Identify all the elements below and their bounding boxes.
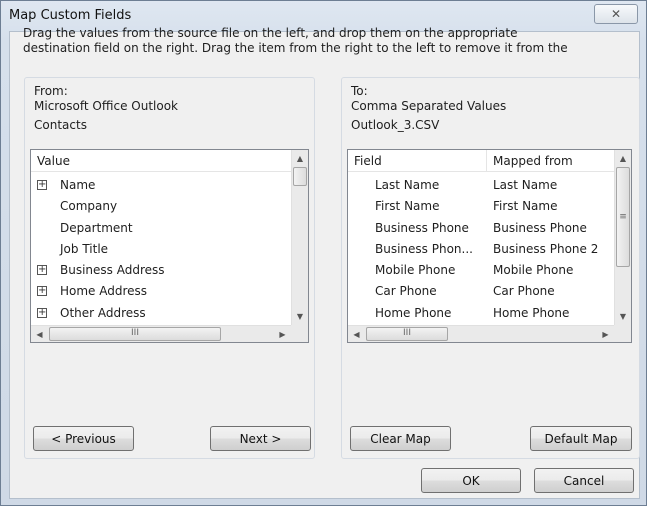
next-button[interactable]: Next > — [210, 426, 311, 451]
scroll-up-icon[interactable]: ▲ — [292, 150, 308, 167]
hscroll-thumb[interactable]: III — [366, 327, 448, 341]
mapped-from-cell: Mobile Phone — [493, 263, 574, 278]
source-list-item[interactable]: Department — [31, 218, 291, 239]
scroll-thumb[interactable]: ≡ — [616, 167, 630, 267]
mapped-from-cell: Business Phone 2 — [493, 241, 599, 256]
mapped-from-cell: Home Phone — [493, 305, 570, 320]
mapped-from-column-header[interactable]: Mapped from — [487, 150, 573, 172]
destination-field-cell: Last Name — [375, 178, 440, 192]
destination-list-header: Field Mapped from — [348, 150, 614, 172]
source-item-label: Company — [60, 199, 118, 214]
mapped-from-cell: First Name — [493, 199, 558, 214]
destination-field-cell: Car Phone — [375, 284, 437, 299]
source-list-item[interactable]: + Business Address — [31, 260, 291, 281]
scroll-right-icon[interactable]: ▶ — [274, 326, 291, 342]
source-list-item[interactable]: Job Title — [31, 239, 291, 260]
source-list-item[interactable]: + Other Address — [31, 303, 291, 323]
destination-list-row[interactable]: First Name First Name — [348, 196, 614, 217]
destination-horizontal-scrollbar[interactable]: ◀ III ▶ — [348, 325, 614, 342]
destination-field-cell: Home Phone — [375, 305, 452, 320]
instructions-text: Drag the values from the source file on … — [23, 26, 643, 56]
scroll-thumb[interactable] — [293, 167, 307, 186]
destination-field-cell: Business Phon... — [375, 241, 473, 256]
target-file: Outlook_3.CSV — [351, 118, 440, 132]
from-group: From: Microsoft Office Outlook Contacts … — [24, 77, 315, 459]
destination-vertical-scrollbar[interactable]: ▲ ≡ ▼ — [614, 150, 631, 325]
map-custom-fields-dialog: Map Custom Fields ✕ Drag the values from… — [0, 0, 647, 506]
source-list-rows: + Name Company Department Job Title + Business… — [31, 175, 291, 323]
destination-list-row[interactable]: Last Name Last Name — [348, 175, 614, 196]
grip-icon: ≡ — [619, 212, 627, 222]
source-vertical-scrollbar[interactable]: ▲ ▼ — [291, 150, 308, 325]
scroll-left-icon[interactable]: ◀ — [31, 326, 48, 342]
destination-field-cell: Business Phone — [375, 220, 469, 235]
to-group: To: Comma Separated Values Outlook_3.CSV… — [341, 77, 640, 459]
close-button[interactable]: ✕ — [594, 4, 638, 24]
expand-icon[interactable]: + — [37, 265, 47, 276]
dialog-body: Drag the values from the source file on … — [9, 26, 640, 499]
field-column-header[interactable]: Field — [348, 150, 382, 172]
source-folder: Contacts — [34, 118, 87, 132]
source-item-label: Other Address — [60, 305, 146, 320]
from-caption: From: — [34, 84, 68, 98]
source-item-label: Job Title — [60, 241, 109, 256]
source-list-item[interactable]: + Home Address — [31, 281, 291, 302]
to-caption: To: — [351, 84, 368, 98]
scroll-up-icon[interactable]: ▲ — [615, 150, 631, 167]
source-item-label: Home Address — [60, 284, 148, 299]
mapped-from-cell: Last Name — [493, 178, 558, 192]
destination-field-cell: Mobile Phone — [375, 263, 456, 278]
value-column-header[interactable]: Value — [31, 150, 70, 172]
close-icon: ✕ — [610, 7, 622, 21]
expand-icon[interactable]: + — [37, 286, 47, 297]
scroll-left-icon[interactable]: ◀ — [348, 326, 365, 342]
scroll-down-icon[interactable]: ▼ — [292, 308, 308, 325]
destination-list-row[interactable]: Mobile Phone Mobile Phone — [348, 260, 614, 281]
source-name: Microsoft Office Outlook — [34, 99, 178, 113]
source-item-label: Department — [60, 220, 133, 235]
destination-list-row[interactable]: Car Phone Car Phone — [348, 281, 614, 302]
destination-list-row[interactable]: Home Phone Home Phone — [348, 303, 614, 323]
destination-field-cell: First Name — [375, 199, 440, 214]
instructions-line-1: Drag the values from the source file on … — [23, 26, 518, 40]
expand-icon[interactable]: + — [37, 307, 47, 318]
scroll-corner — [291, 325, 308, 342]
destination-fields-list[interactable]: Field Mapped from Last Name Last Name Firs… — [347, 149, 632, 343]
default-map-button[interactable]: Default Map — [530, 426, 632, 451]
hscroll-thumb[interactable]: III — [49, 327, 221, 341]
dialog-title: Map Custom Fields — [9, 8, 132, 23]
source-list-item[interactable]: Company — [31, 196, 291, 217]
ok-button[interactable]: OK — [421, 468, 521, 493]
source-item-label: Business Address — [60, 263, 165, 278]
scroll-down-icon[interactable]: ▼ — [615, 308, 631, 325]
target-format: Comma Separated Values — [351, 99, 507, 113]
source-horizontal-scrollbar[interactable]: ◀ III ▶ — [31, 325, 291, 342]
instructions-line-2: destination field on the right. Drag the… — [23, 41, 568, 55]
source-list-header: Value — [31, 150, 291, 172]
destination-list-rows: Last Name Last Name First Name First Name Bu… — [348, 175, 614, 323]
expand-icon[interactable]: + — [37, 180, 47, 190]
clear-map-button[interactable]: Clear Map — [350, 426, 451, 451]
cancel-button[interactable]: Cancel — [534, 468, 634, 493]
destination-list-row[interactable]: Business Phone Business Phone — [348, 218, 614, 239]
source-list-item[interactable]: + Name — [31, 175, 291, 196]
destination-list-row[interactable]: Business Phon... Business Phone 2 — [348, 239, 614, 260]
source-fields-list[interactable]: Value + Name Company Department Job Title + Bu… — [30, 149, 309, 343]
scroll-right-icon[interactable]: ▶ — [597, 326, 614, 342]
scroll-corner — [614, 325, 631, 342]
previous-button[interactable]: < Previous — [33, 426, 134, 451]
mapped-from-cell: Car Phone — [493, 284, 555, 299]
source-item-label: Name — [60, 178, 96, 192]
mapped-from-cell: Business Phone — [493, 220, 587, 235]
